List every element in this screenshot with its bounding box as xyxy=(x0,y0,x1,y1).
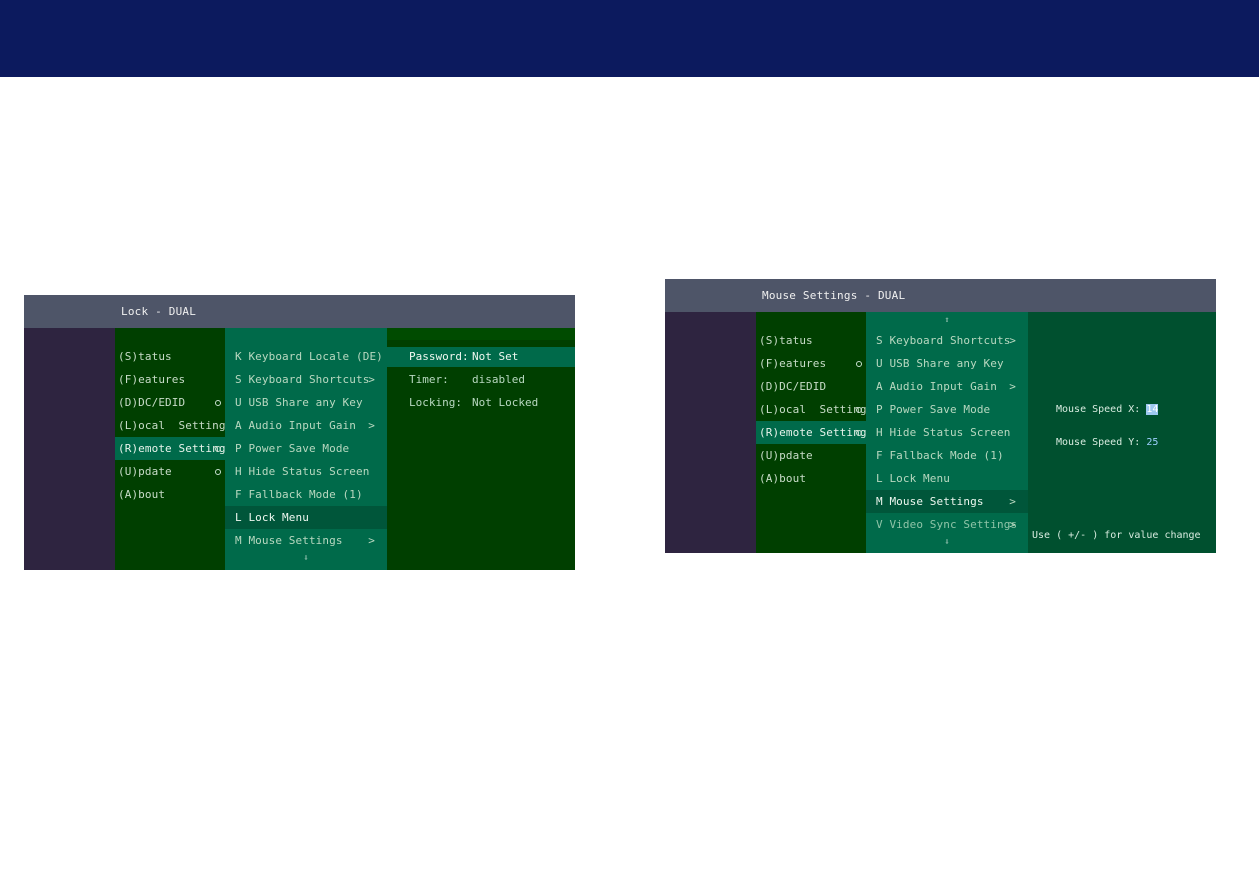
main-menu-item[interactable]: (D)DC/EDID xyxy=(756,375,866,398)
info-value: Not Locked xyxy=(472,396,539,409)
scroll-down-icon[interactable]: ⇩ xyxy=(866,537,1028,547)
screen-title: Mouse Settings - DUAL xyxy=(762,289,906,302)
chevron-right-icon: > xyxy=(1009,518,1016,531)
sub-menu-item-label: L Lock Menu xyxy=(876,472,950,485)
main-menu-item[interactable]: (U)pdate xyxy=(115,460,225,483)
sub-menu-item[interactable]: P Power Save Mode xyxy=(856,398,1028,421)
chevron-right-icon: > xyxy=(368,534,375,547)
mouse-settings-screen: Mouse Settings - DUAL (S)tatus (F)eatures… xyxy=(665,279,1216,553)
sub-menu: ⇧ S Keyboard Shortcuts > U USB Share any Ke… xyxy=(856,312,1028,553)
main-menu-item[interactable]: (R)emote Settings xyxy=(115,437,232,460)
screen-header: Mouse Settings - DUAL xyxy=(665,279,1216,312)
info-row[interactable]: Locking: Not Locked xyxy=(387,393,575,413)
sub-menu-item-label: H Hide Status Screen xyxy=(876,426,1011,439)
sub-menu-item[interactable]: A Audio Input Gain > xyxy=(225,414,387,437)
main-menu-item[interactable]: (S)tatus xyxy=(115,345,225,368)
main-menu-item[interactable]: (S)tatus xyxy=(756,329,866,352)
sub-menu-item-label: S Keyboard Shortcuts xyxy=(876,334,1011,347)
sub-menu-item-label: M Mouse Settings xyxy=(876,495,984,508)
info-key: Locking: xyxy=(409,396,462,409)
screen-title: Lock - DUAL xyxy=(121,305,197,318)
main-menu-item[interactable]: (L)ocal Settings xyxy=(756,398,873,421)
sub-menu-item[interactable]: U USB Share any Key xyxy=(856,352,1028,375)
lock-menu-screen: Lock - DUAL (S)tatus (F)eatures (D)DC/EDID… xyxy=(24,295,575,570)
sub-menu-item[interactable]: F Fallback Mode (1) xyxy=(866,444,1028,467)
main-menu-item[interactable]: (F)eatures xyxy=(115,368,225,391)
chevron-right-icon: > xyxy=(1009,334,1016,347)
mouse-speed-x-value[interactable]: 14 xyxy=(1146,404,1159,415)
lock-info-panel: Password: Not Set Timer: disabled Locking: No… xyxy=(387,328,575,570)
sub-menu-item[interactable]: H Hide Status Screen xyxy=(215,460,387,483)
main-menu-item[interactable]: (U)pdate xyxy=(756,444,866,467)
sub-menu-item-label: M Mouse Settings xyxy=(235,534,343,547)
sub-menu-item-label: K Keyboard Locale (DE) xyxy=(235,350,383,363)
scroll-down-icon[interactable]: ⇩ xyxy=(225,553,387,563)
main-menu-item[interactable]: (R)emote Settings xyxy=(756,421,873,444)
sub-menu-item[interactable]: V Video Sync Settings > xyxy=(866,513,1028,536)
info-row[interactable]: Timer: disabled xyxy=(387,370,575,390)
sub-menu-item[interactable]: P Power Save Mode xyxy=(215,437,387,460)
sub-menu-item-label: H Hide Status Screen xyxy=(235,465,370,478)
sub-menu-item[interactable]: U USB Share any Key xyxy=(215,391,387,414)
main-menu-item[interactable]: (L)ocal Settings xyxy=(115,414,232,437)
screen-header: Lock - DUAL xyxy=(24,295,575,328)
sub-menu-item[interactable]: M Mouse Settings > xyxy=(866,490,1028,513)
mouse-info-panel: Mouse Speed X: 14 Mouse Speed Y: 25 Use … xyxy=(1028,312,1216,553)
active-bullet-icon xyxy=(215,400,221,406)
main-menu: (S)tatus (F)eatures (D)DC/EDID (L)ocal Sett… xyxy=(756,312,873,553)
active-bullet-icon xyxy=(856,361,862,367)
main-menu-item[interactable]: (A)bout xyxy=(756,467,866,490)
chevron-right-icon: > xyxy=(368,373,375,386)
active-bullet-icon xyxy=(856,407,862,413)
sub-menu-item-label: S Keyboard Shortcuts xyxy=(235,373,370,386)
sub-menu-item[interactable]: M Mouse Settings > xyxy=(225,529,387,552)
sub-menu-item[interactable]: K Keyboard Locale (DE) xyxy=(225,345,387,368)
main-menu-item[interactable]: (F)eatures xyxy=(756,352,866,375)
info-value: Not Set xyxy=(472,350,519,363)
sub-menu-item[interactable]: S Keyboard Shortcuts > xyxy=(225,368,387,391)
sub-menu-item-label: V Video Sync Settings xyxy=(876,518,1018,531)
sub-menu-item-label: A Audio Input Gain xyxy=(876,380,998,393)
sub-menu-item-label: U USB Share any Key xyxy=(876,357,1004,370)
panel-strip xyxy=(387,328,575,340)
info-value: disabled xyxy=(472,373,525,386)
sub-menu-item-label: F Fallback Mode (1) xyxy=(876,449,1004,462)
help-text: Use ( +/- ) for value change or ( u/d ) … xyxy=(1032,508,1201,553)
sub-menu-item[interactable]: L Lock Menu xyxy=(225,506,387,529)
mouse-speed-x-row[interactable]: Mouse Speed X: 14 xyxy=(1056,404,1159,415)
sub-menu-item[interactable]: F Fallback Mode (1) xyxy=(225,483,387,506)
info-row[interactable]: Password: Not Set xyxy=(387,347,575,367)
main-menu-item[interactable]: (A)bout xyxy=(115,483,225,506)
active-bullet-icon xyxy=(215,446,221,452)
scroll-up-icon[interactable]: ⇧ xyxy=(866,315,1028,325)
mouse-speed-y-value[interactable]: 25 xyxy=(1146,437,1158,448)
mouse-speed-x-label: Mouse Speed X: xyxy=(1056,404,1147,415)
chevron-right-icon: > xyxy=(368,419,375,432)
mouse-speed-block: Mouse Speed X: 14 Mouse Speed Y: 25 xyxy=(1056,382,1159,470)
sub-menu-item-label: P Power Save Mode xyxy=(876,403,991,416)
sub-menu-item[interactable]: A Audio Input Gain > xyxy=(866,375,1028,398)
sub-menu-item-label: A Audio Input Gain xyxy=(235,419,357,432)
sub-menu-item-label: L Lock Menu xyxy=(235,511,309,524)
main-menu: (S)tatus (F)eatures (D)DC/EDID (L)ocal Sett… xyxy=(115,328,232,570)
active-bullet-icon xyxy=(856,430,862,436)
main-menu-item[interactable]: (D)DC/EDID xyxy=(115,391,225,414)
info-key: Timer: xyxy=(409,373,449,386)
mouse-speed-y-label: Mouse Speed Y: xyxy=(1056,437,1147,448)
sub-menu-item[interactable]: H Hide Status Screen xyxy=(856,421,1028,444)
top-banner xyxy=(0,0,1259,77)
sub-menu-item-label: P Power Save Mode xyxy=(235,442,350,455)
active-bullet-icon xyxy=(215,469,221,475)
sub-menu-item-label: U USB Share any Key xyxy=(235,396,363,409)
mouse-speed-y-row[interactable]: Mouse Speed Y: 25 xyxy=(1056,437,1158,448)
sub-menu-item[interactable]: L Lock Menu xyxy=(866,467,1028,490)
sub-menu-item-label: F Fallback Mode (1) xyxy=(235,488,363,501)
info-key: Password: xyxy=(409,350,469,363)
chevron-right-icon: > xyxy=(1009,495,1016,508)
help-line: Use ( +/- ) for value change xyxy=(1032,530,1201,541)
chevron-right-icon: > xyxy=(1009,380,1016,393)
sub-menu-item[interactable]: S Keyboard Shortcuts > xyxy=(866,329,1028,352)
sub-menu: K Keyboard Locale (DE) S Keyboard Shortcu… xyxy=(215,328,387,570)
